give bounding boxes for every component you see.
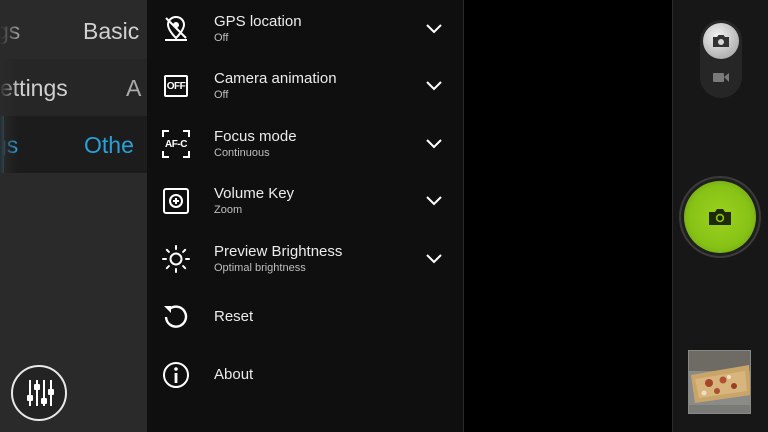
off-badge-icon: OFF (164, 75, 188, 97)
menu-item-value: Continuous (214, 147, 270, 159)
brightness-sun-icon (160, 243, 192, 275)
tab-label-other: Othe (84, 132, 134, 158)
photo-mode-icon (713, 35, 729, 47)
tab-label-advanced: A (126, 75, 142, 101)
camera-viewfinder[interactable] (464, 0, 672, 432)
menu-item-about[interactable]: About (147, 346, 464, 403)
category-tabs-panel: gs Basic ettings A gs Othe (0, 0, 147, 432)
menu-item-preview-brightness[interactable]: Preview Brightness Optimal brightness (147, 230, 464, 287)
photo-thumbnail-image (689, 351, 750, 413)
icon-holder: OFF (160, 70, 192, 102)
category-tab-basic[interactable]: gs Basic (0, 2, 147, 59)
tab-label-basic: Basic (83, 18, 140, 44)
tune-settings-icon (27, 380, 54, 406)
menu-item-reset[interactable]: Reset (147, 288, 464, 345)
af-c-focus-icon: AF-C (160, 128, 192, 160)
menu-item-title: Camera animation (214, 70, 337, 87)
mode-switch[interactable] (700, 20, 742, 98)
gallery-thumbnail[interactable] (688, 350, 751, 414)
camera-control-bar (672, 0, 768, 432)
info-icon (160, 359, 192, 391)
menu-item-focus-mode[interactable]: AF-C Focus mode Continuous (147, 115, 464, 172)
menu-item-title: GPS location (214, 13, 302, 30)
chevron-down-icon[interactable] (423, 190, 445, 212)
gps-location-icon (160, 13, 192, 45)
menu-item-gps-location[interactable]: GPS location Off (147, 0, 464, 57)
menu-item-title: Preview Brightness (214, 243, 343, 260)
reset-icon (160, 301, 192, 333)
menu-item-title: About (214, 366, 254, 383)
settings-menu: GPS location Off OFF Camera animation Of… (147, 0, 464, 432)
scroll-fade-edge (0, 0, 18, 175)
menu-item-title: Volume Key (214, 185, 295, 202)
chevron-down-icon[interactable] (423, 248, 445, 270)
category-tab-other[interactable]: gs Othe (0, 116, 147, 173)
chevron-down-icon[interactable] (423, 133, 445, 155)
menu-item-title: Focus mode (214, 128, 297, 145)
menu-item-value: Off (214, 89, 229, 101)
video-mode-icon[interactable] (712, 70, 730, 84)
chevron-down-icon[interactable] (423, 18, 445, 40)
menu-item-volume-key[interactable]: Volume Key Zoom (147, 172, 464, 229)
settings-toggle-button[interactable] (11, 365, 67, 421)
af-c-label: AF-C (165, 138, 187, 150)
menu-item-value: Off (214, 32, 229, 44)
menu-item-camera-animation[interactable]: OFF Camera animation Off (147, 57, 464, 114)
shutter-camera-icon (709, 209, 731, 225)
volume-key-icon (160, 185, 192, 217)
menu-item-title: Reset (214, 308, 254, 325)
shutter-button[interactable] (684, 181, 756, 253)
photo-mode-button[interactable] (703, 23, 739, 59)
category-tab-advanced[interactable]: ettings A (0, 59, 147, 116)
menu-item-value: Optimal brightness (214, 262, 306, 274)
chevron-down-icon[interactable] (423, 75, 445, 97)
menu-item-value: Zoom (214, 204, 243, 216)
